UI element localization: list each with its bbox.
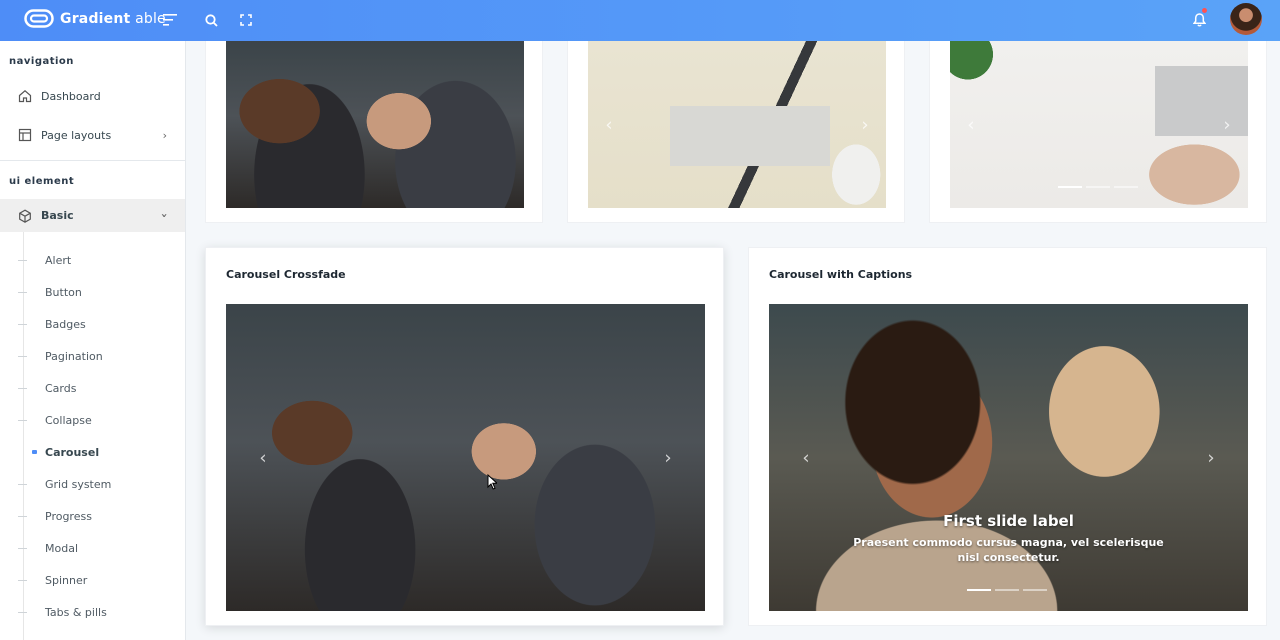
- slide-label: First slide label: [943, 512, 1074, 530]
- sidebar-subitem-spinner[interactable]: Spinner: [18, 570, 178, 590]
- carousel-slide-image: [226, 41, 524, 208]
- carousel-crossfade-card: Carousel Crossfade ‹ ›: [205, 247, 724, 626]
- sidebar-subitem-progress[interactable]: Progress: [18, 506, 178, 526]
- avatar[interactable]: [1230, 3, 1262, 35]
- search-icon[interactable]: [201, 10, 221, 30]
- sidebar-item-label: Dashboard: [41, 89, 101, 103]
- sidebar-item-page-layouts[interactable]: Page layouts ›: [0, 119, 185, 151]
- sidebar-item-dashboard[interactable]: Dashboard: [0, 80, 185, 112]
- sidebar-subitem-cards[interactable]: Cards: [18, 378, 178, 398]
- brand-logo[interactable]: Gradient able: [24, 9, 166, 28]
- sidebar-item-label: Page layouts: [41, 128, 112, 142]
- carousel-next-icon[interactable]: ›: [856, 114, 874, 135]
- carousel-slide-image: ‹ ›: [950, 41, 1248, 208]
- carousel-indicators: [1058, 186, 1138, 188]
- carousel-card-3: ‹ ›: [929, 30, 1267, 223]
- sidebar-item-label: Basic: [41, 209, 74, 222]
- home-icon: [18, 90, 32, 103]
- notification-badge: [1202, 8, 1207, 13]
- carousel-next-icon[interactable]: ›: [1202, 447, 1220, 468]
- carousel-indicator[interactable]: [1086, 186, 1110, 188]
- carousel-card-2: ‹ ›: [567, 30, 905, 223]
- box-icon: [19, 209, 31, 223]
- fullscreen-icon[interactable]: [236, 10, 256, 30]
- chevron-right-icon: ›: [162, 128, 167, 142]
- slide-text: Praesent commodo cursus magna, vel scele…: [853, 536, 1164, 564]
- carousel-prev-icon[interactable]: ‹: [797, 447, 815, 468]
- card-title: Carousel with Captions: [769, 268, 913, 281]
- brand-name: Gradient able: [60, 10, 166, 27]
- card-title: Carousel Crossfade: [226, 268, 346, 281]
- carousel-next-icon[interactable]: ›: [659, 447, 677, 468]
- bell-icon[interactable]: [1189, 10, 1209, 30]
- carousel-indicator[interactable]: [1114, 186, 1138, 188]
- carousel-indicator[interactable]: [995, 589, 1019, 591]
- carousel-indicator[interactable]: [1023, 589, 1047, 591]
- carousel-indicators: [967, 589, 1047, 591]
- carousel-card-1: [205, 30, 543, 223]
- menu-toggle-icon[interactable]: [160, 10, 180, 30]
- sidebar-subitem-pagination[interactable]: Pagination: [18, 346, 178, 366]
- carousel-slide-image: ‹ ›: [226, 304, 705, 611]
- sidebar-subitem-alert[interactable]: Alert: [18, 250, 178, 270]
- carousel-prev-icon[interactable]: ‹: [600, 114, 618, 135]
- divider: [0, 160, 185, 161]
- sidebar-subitem-carousel[interactable]: Carousel: [18, 442, 178, 462]
- carousel-captions-card: Carousel with Captions ‹ › First slide l…: [748, 247, 1267, 626]
- mouse-cursor-icon: [487, 474, 497, 490]
- sidebar-item-basic[interactable]: Basic ›: [0, 199, 185, 232]
- carousel-indicator[interactable]: [1058, 186, 1082, 188]
- sidebar-subitem-badges[interactable]: Badges: [18, 314, 178, 334]
- carousel-prev-icon[interactable]: ‹: [254, 447, 272, 468]
- sidebar-subitem-grid-system[interactable]: Grid system: [18, 474, 178, 494]
- chevron-down-icon: ›: [158, 213, 172, 218]
- carousel-prev-icon[interactable]: ‹: [962, 114, 980, 135]
- ui-element-caption: ui element: [9, 176, 75, 187]
- sidebar: navigation Dashboard Page layouts › ui e…: [0, 41, 186, 640]
- carousel-slide-image: ‹ › First slide label Praesent commodo c…: [769, 304, 1248, 611]
- carousel-indicator[interactable]: [967, 589, 991, 591]
- nav-caption: navigation: [9, 56, 74, 67]
- sidebar-subitem-collapse[interactable]: Collapse: [18, 410, 178, 430]
- carousel-caption: First slide label Praesent commodo cursu…: [769, 512, 1248, 565]
- layout-icon: [18, 128, 32, 142]
- logo-icon: [24, 9, 54, 28]
- carousel-next-icon[interactable]: ›: [1218, 114, 1236, 135]
- sidebar-subitem-button[interactable]: Button: [18, 282, 178, 302]
- sidebar-subitem-tabs-pills[interactable]: Tabs & pills: [18, 602, 178, 622]
- top-header: Gradient able: [0, 0, 1280, 41]
- sidebar-subitem-modal[interactable]: Modal: [18, 538, 178, 558]
- carousel-slide-image: ‹ ›: [588, 41, 886, 208]
